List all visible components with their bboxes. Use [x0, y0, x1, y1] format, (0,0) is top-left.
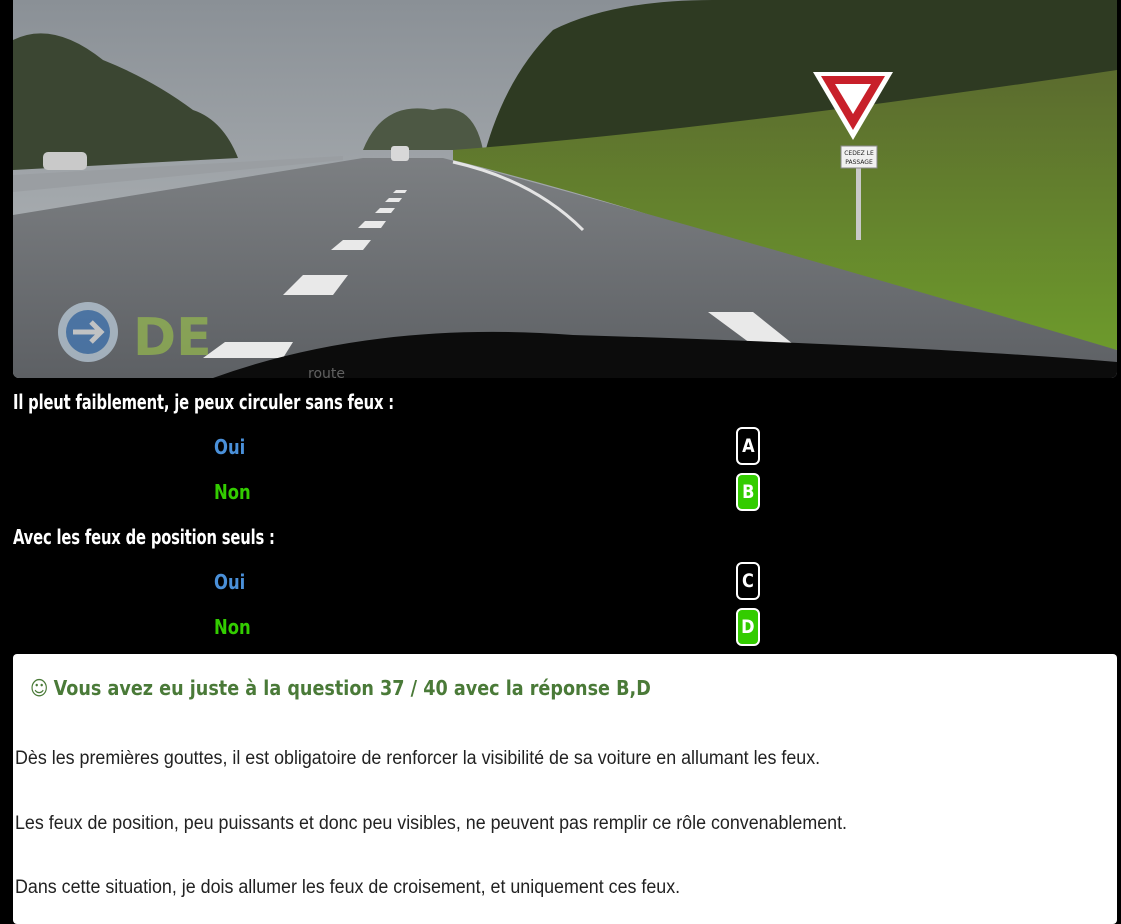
answer-d-button[interactable]: D: [736, 608, 760, 646]
answer-b-text[interactable]: Non: [214, 480, 251, 504]
explanation-paragraph-1: Dès les premières gouttes, il est obliga…: [15, 748, 821, 769]
result-heading: ☺ Vous avez eu juste à la question 37 / …: [30, 676, 651, 700]
answer-b-letter: B: [741, 481, 755, 503]
sign-text-line1: CEDEZ LE: [844, 150, 874, 157]
road-scene-image: CEDEZ LE PASSAGE DE route: [13, 0, 1117, 378]
smile-icon: ☺: [30, 676, 49, 700]
answer-a-letter: A: [741, 435, 755, 457]
result-panel: ☺ Vous avez eu juste à la question 37 / …: [13, 654, 1117, 924]
answer-a-text[interactable]: Oui: [214, 435, 245, 459]
answer-d-letter: D: [741, 616, 755, 638]
answer-c-button[interactable]: C: [736, 562, 760, 600]
answer-d-text[interactable]: Non: [214, 615, 251, 639]
question-photo: CEDEZ LE PASSAGE DE route: [13, 0, 1117, 378]
result-heading-text: Vous avez eu juste à la question 37 / 40…: [53, 676, 651, 700]
answer-c-text[interactable]: Oui: [214, 570, 245, 594]
explanation-paragraph-2: Les feux de position, peu puissants et d…: [15, 813, 848, 834]
svg-text:DE: DE: [133, 308, 212, 368]
watermark-text: route: [308, 366, 345, 378]
question-2-text: Avec les feux de position seuls :: [13, 525, 275, 549]
answer-a-button[interactable]: A: [736, 427, 760, 465]
answer-b-button[interactable]: B: [736, 473, 760, 511]
sign-text-line2: PASSAGE: [845, 159, 873, 166]
explanation-paragraph-3: Dans cette situation, je dois allumer le…: [15, 877, 681, 898]
answer-c-letter: C: [742, 570, 754, 592]
question-1-text: Il pleut faiblement, je peux circuler sa…: [13, 390, 395, 414]
